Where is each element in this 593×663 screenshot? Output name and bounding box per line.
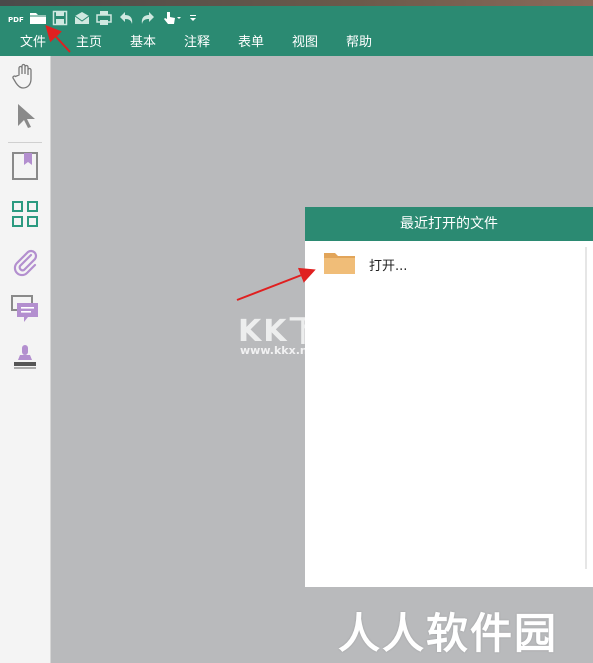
recent-files-list: 打开... <box>305 241 593 587</box>
select-tool-icon[interactable] <box>7 98 43 134</box>
site-watermark: 人人软件园 <box>338 609 559 658</box>
recent-files-title: 最近打开的文件 <box>305 207 593 241</box>
attachment-icon[interactable] <box>7 244 43 280</box>
stamp-icon[interactable] <box>7 340 43 376</box>
sidebar-divider <box>8 142 42 143</box>
folder-icon <box>323 249 357 279</box>
menu-file[interactable]: 文件 <box>16 30 50 56</box>
comments-icon[interactable] <box>7 292 43 328</box>
redo-icon[interactable] <box>138 8 158 28</box>
menu-view[interactable]: 视图 <box>288 30 322 56</box>
app-logo-text: PDF <box>8 16 24 24</box>
menu-help[interactable]: 帮助 <box>342 30 376 56</box>
kkx-watermark-url: www.kkx.net <box>240 344 321 357</box>
tool-sidebar <box>0 56 51 663</box>
bookmark-icon[interactable] <box>7 148 43 184</box>
menu-home[interactable]: 主页 <box>72 30 106 56</box>
hand-tool-icon[interactable] <box>7 58 43 94</box>
menu-form[interactable]: 表单 <box>234 30 268 56</box>
open-file-label: 打开... <box>369 258 408 274</box>
thumbnails-icon[interactable] <box>7 196 43 232</box>
recent-files-scrollbar[interactable] <box>585 247 587 569</box>
recent-files-panel: 最近打开的文件 打开... <box>305 207 593 587</box>
hand-touch-icon[interactable] <box>160 8 186 28</box>
menu-bar: 文件 主页 基本 注释 表单 视图 帮助 <box>0 30 593 56</box>
print-icon[interactable] <box>94 8 114 28</box>
email-icon[interactable] <box>72 8 92 28</box>
save-icon[interactable] <box>50 8 70 28</box>
undo-icon[interactable] <box>116 8 136 28</box>
open-folder-icon[interactable] <box>28 8 48 28</box>
quick-access-toolbar: PDF <box>0 6 593 30</box>
menu-basic[interactable]: 基本 <box>126 30 160 56</box>
app-logo: PDF <box>6 8 26 28</box>
open-file-item[interactable]: 打开... <box>323 249 407 279</box>
customize-dropdown-icon[interactable] <box>188 8 198 28</box>
menu-annotate[interactable]: 注释 <box>180 30 214 56</box>
